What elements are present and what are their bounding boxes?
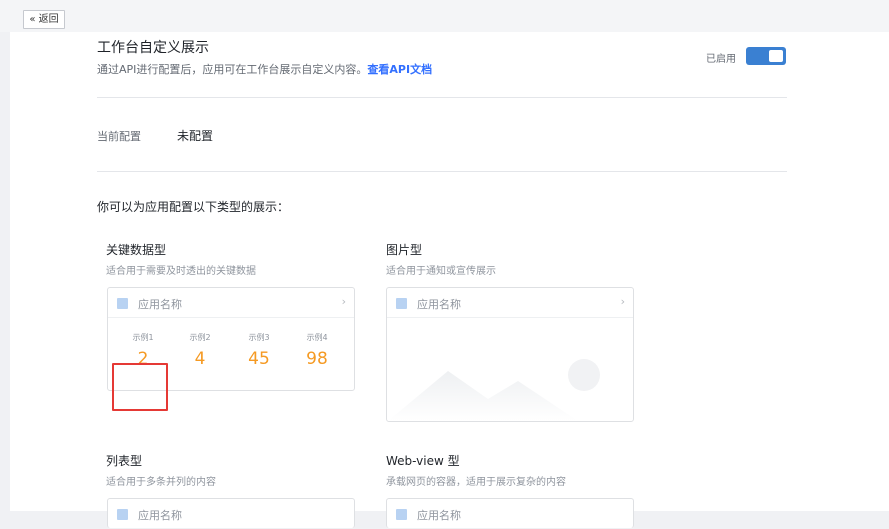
card-header: 应用名称 ›	[108, 288, 354, 318]
app-icon	[117, 298, 128, 309]
metric-label: 示例1	[132, 333, 154, 342]
left-gutter	[0, 32, 10, 511]
list-type-desc: 适合用于多条并列的内容	[106, 477, 216, 488]
image-preview-card[interactable]: 应用名称 ›	[386, 287, 634, 422]
divider	[97, 97, 787, 98]
chevron-right-icon: ›	[620, 295, 625, 308]
top-bar: « 返回	[0, 0, 889, 32]
app-icon	[396, 298, 407, 309]
image-placeholder-icon	[388, 359, 600, 421]
metric-item: 示例4 98	[293, 332, 341, 369]
toggle-knob	[769, 50, 783, 62]
list-preview-card[interactable]: 应用名称	[107, 498, 355, 528]
metric-item: 示例3 45	[235, 332, 283, 369]
metric-label: 示例4	[306, 333, 328, 342]
list-type-title: 列表型	[106, 454, 143, 468]
card-header: 应用名称	[387, 499, 633, 529]
current-config-label: 当前配置	[97, 130, 141, 143]
metric-value: 4	[194, 349, 206, 369]
divider	[97, 171, 787, 172]
current-config-value: 未配置	[177, 129, 214, 143]
webview-preview-card[interactable]: 应用名称	[386, 498, 634, 528]
webview-type-title: Web-view 型	[386, 454, 460, 468]
key-data-type-desc: 适合用于需要及时透出的关键数据	[106, 266, 256, 277]
metric-item: 示例2 4	[176, 332, 224, 369]
api-doc-link[interactable]: 查看API文档	[367, 63, 432, 76]
metric-value: 45	[248, 349, 270, 369]
back-button[interactable]: « 返回	[23, 10, 65, 29]
enable-toggle[interactable]	[746, 47, 786, 65]
chevron-right-icon: ›	[341, 295, 346, 308]
card-header: 应用名称 ›	[387, 288, 633, 318]
image-type-title: 图片型	[386, 243, 423, 257]
app-name: 应用名称	[138, 509, 182, 522]
card-header: 应用名称	[108, 499, 354, 529]
metric-value: 98	[306, 349, 328, 369]
image-type-desc: 适合用于通知或宣传展示	[386, 266, 496, 277]
webview-type-desc: 承载网页的容器，适用于展示复杂的内容	[386, 477, 566, 488]
key-data-type-title: 关键数据型	[106, 243, 167, 257]
section-description: 通过API进行配置后，应用可在工作台展示自定义内容。查看API文档	[97, 61, 432, 77]
types-heading: 你可以为应用配置以下类型的展示：	[97, 200, 290, 214]
metric-label: 示例2	[189, 333, 211, 342]
app-name: 应用名称	[417, 298, 461, 311]
metric-label: 示例3	[248, 333, 270, 342]
section-title: 工作台自定义展示	[97, 40, 209, 56]
enabled-status-label: 已启用	[706, 54, 736, 65]
section-desc-text: 通过API进行配置后，应用可在工作台展示自定义内容。	[97, 63, 368, 76]
app-name: 应用名称	[138, 298, 182, 311]
highlight-box	[112, 363, 168, 411]
app-name: 应用名称	[417, 509, 461, 522]
